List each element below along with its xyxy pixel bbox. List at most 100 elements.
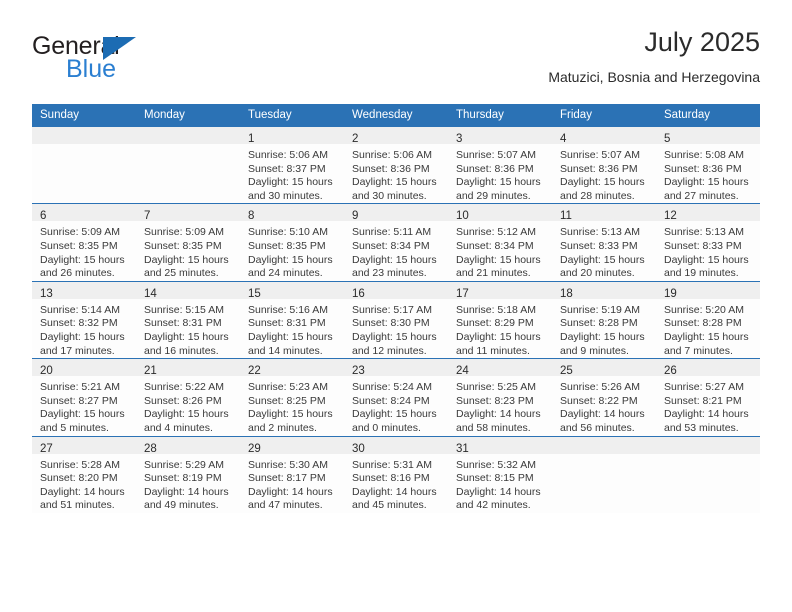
daylight-text-line1: Daylight: 14 hours <box>352 485 437 498</box>
day-number-band: 19 <box>656 281 760 300</box>
sunset-text: Sunset: 8:34 PM <box>352 239 430 252</box>
sunrise-text: Sunrise: 5:29 AM <box>144 458 224 471</box>
calendar-day-cell[interactable]: 28 Sunrise: 5:29 AM Sunset: 8:19 PM Dayligh… <box>136 435 240 513</box>
calendar-day-cell[interactable]: 8 Sunrise: 5:10 AM Sunset: 8:35 PM Daylight… <box>240 203 344 282</box>
calendar-day-cell[interactable]: 26 Sunrise: 5:27 AM Sunset: 8:21 PM Dayligh… <box>656 358 760 436</box>
calendar-table: Sunday Monday Tuesday Wednesday Thursday… <box>32 104 760 513</box>
daylight-text-line2: and 5 minutes. <box>40 421 109 434</box>
day-number-band: 22 <box>240 359 344 377</box>
sunset-text: Sunset: 8:33 PM <box>560 239 638 252</box>
daylight-text-line1: Daylight: 15 hours <box>664 176 749 189</box>
calendar-day-cell[interactable]: 25 Sunrise: 5:26 AM Sunset: 8:22 PM Dayligh… <box>552 358 656 436</box>
day-number: 27 <box>40 442 53 455</box>
daylight-text-line2: and 9 minutes. <box>560 344 629 357</box>
calendar-day-cell[interactable]: 20 Sunrise: 5:21 AM Sunset: 8:27 PM Dayligh… <box>32 358 136 436</box>
day-cell-body: Sunrise: 5:13 AM Sunset: 8:33 PM Daylight:… <box>552 221 656 280</box>
daylight-text-line1: Daylight: 15 hours <box>40 330 125 343</box>
calendar-day-cell[interactable]: 27 Sunrise: 5:28 AM Sunset: 8:20 PM Dayligh… <box>32 435 136 513</box>
day-number-band: 3 <box>448 127 552 145</box>
day-cell-body: Sunrise: 5:27 AM Sunset: 8:21 PM Daylight:… <box>656 376 760 435</box>
day-cell-body: Sunrise: 5:26 AM Sunset: 8:22 PM Daylight:… <box>552 376 656 435</box>
day-number-band: 16 <box>344 281 448 300</box>
calendar-day-cell[interactable]: 5 Sunrise: 5:08 AM Sunset: 8:36 PM Daylight… <box>656 127 760 204</box>
calendar-day-cell[interactable]: 15 Sunrise: 5:16 AM Sunset: 8:31 PM Dayligh… <box>240 280 344 359</box>
calendar-day-cell[interactable]: 30 Sunrise: 5:31 AM Sunset: 8:16 PM Dayligh… <box>344 435 448 513</box>
day-number: 20 <box>40 365 53 378</box>
day-number: 25 <box>560 365 573 378</box>
sunset-text: Sunset: 8:16 PM <box>352 472 430 485</box>
day-number-band: 25 <box>552 359 656 378</box>
daylight-text-line2: and 51 minutes. <box>40 499 115 512</box>
daylight-text-line1: Daylight: 15 hours <box>560 176 645 189</box>
day-number-band: 4 <box>552 127 656 145</box>
calendar-day-cell[interactable]: 22 Sunrise: 5:23 AM Sunset: 8:25 PM Dayligh… <box>240 358 344 436</box>
calendar-day-cell[interactable]: 23 Sunrise: 5:24 AM Sunset: 8:24 PM Dayligh… <box>344 358 448 436</box>
calendar-day-cell[interactable]: 7 Sunrise: 5:09 AM Sunset: 8:35 PM Daylight… <box>136 203 240 282</box>
calendar-day-cell[interactable]: 19 Sunrise: 5:20 AM Sunset: 8:28 PM Dayligh… <box>656 280 760 359</box>
calendar-day-cell[interactable]: 24 Sunrise: 5:25 AM Sunset: 8:23 PM Dayligh… <box>448 358 552 436</box>
daylight-text-line2: and 11 minutes. <box>456 344 530 357</box>
daylight-text-line2: and 26 minutes. <box>40 267 115 280</box>
sunrise-text: Sunrise: 5:07 AM <box>560 149 640 161</box>
sunset-text: Sunset: 8:32 PM <box>40 317 118 330</box>
day-number: 8 <box>248 210 255 223</box>
calendar-day-cell[interactable]: 3 Sunrise: 5:07 AM Sunset: 8:36 PM Daylight… <box>448 127 552 204</box>
weekday-header-sunday: Sunday <box>32 104 136 127</box>
sunrise-text: Sunrise: 5:18 AM <box>456 303 536 316</box>
daylight-text-line2: and 24 minutes. <box>248 267 323 280</box>
sunrise-text: Sunrise: 5:08 AM <box>664 149 744 161</box>
calendar-day-cell[interactable]: 10 Sunrise: 5:12 AM Sunset: 8:34 PM Dayligh… <box>448 203 552 282</box>
calendar-day-cell[interactable]: 21 Sunrise: 5:22 AM Sunset: 8:26 PM Dayligh… <box>136 358 240 436</box>
weekday-header-friday: Friday <box>552 104 656 127</box>
calendar-day-cell[interactable]: 17 Sunrise: 5:18 AM Sunset: 8:29 PM Dayligh… <box>448 280 552 359</box>
sunset-text: Sunset: 8:15 PM <box>456 472 534 485</box>
day-number: 23 <box>352 365 365 378</box>
calendar-day-cell[interactable]: 1 Sunrise: 5:06 AM Sunset: 8:37 PM Daylight… <box>240 127 344 204</box>
calendar-day-cell[interactable]: 13 Sunrise: 5:14 AM Sunset: 8:32 PM Dayligh… <box>32 280 136 359</box>
sunset-text: Sunset: 8:20 PM <box>40 472 118 485</box>
daylight-text-line2: and 27 minutes. <box>664 189 739 202</box>
day-number-band: 11 <box>552 204 656 222</box>
day-cell-body: Sunrise: 5:11 AM Sunset: 8:34 PM Daylight:… <box>344 221 448 280</box>
calendar-day-cell[interactable]: 14 Sunrise: 5:15 AM Sunset: 8:31 PM Dayligh… <box>136 280 240 359</box>
weekday-header-saturday: Saturday <box>656 104 760 127</box>
calendar-week-row: 27 Sunrise: 5:28 AM Sunset: 8:20 PM Dayligh… <box>32 435 760 513</box>
daylight-text-line1: Daylight: 14 hours <box>664 408 749 421</box>
calendar-week-row: 6 Sunrise: 5:09 AM Sunset: 8:35 PM Daylight… <box>32 203 760 282</box>
page-subtitle: Matuzici, Bosnia and Herzegovina <box>548 68 760 85</box>
calendar-day-cell[interactable]: 18 Sunrise: 5:19 AM Sunset: 8:28 PM Dayligh… <box>552 280 656 359</box>
calendar-day-cell-empty <box>136 127 240 204</box>
sunset-text: Sunset: 8:28 PM <box>560 317 638 330</box>
sunrise-text: Sunrise: 5:32 AM <box>456 458 536 471</box>
sunset-text: Sunset: 8:35 PM <box>248 239 326 252</box>
calendar-day-cell[interactable]: 29 Sunrise: 5:30 AM Sunset: 8:17 PM Dayligh… <box>240 435 344 513</box>
calendar-day-cell[interactable]: 4 Sunrise: 5:07 AM Sunset: 8:36 PM Daylight… <box>552 127 656 204</box>
calendar-day-cell[interactable]: 11 Sunrise: 5:13 AM Sunset: 8:33 PM Dayligh… <box>552 203 656 282</box>
daylight-text-line2: and 23 minutes. <box>352 267 427 280</box>
daylight-text-line1: Daylight: 14 hours <box>560 408 645 421</box>
calendar-day-cell[interactable]: 16 Sunrise: 5:17 AM Sunset: 8:30 PM Dayligh… <box>344 280 448 359</box>
day-cell-body: Sunrise: 5:20 AM Sunset: 8:28 PM Daylight:… <box>656 299 760 358</box>
calendar-day-cell[interactable]: 2 Sunrise: 5:06 AM Sunset: 8:36 PM Daylight… <box>344 127 448 204</box>
calendar-day-cell[interactable]: 31 Sunrise: 5:32 AM Sunset: 8:15 PM Dayligh… <box>448 435 552 513</box>
daylight-text-line1: Daylight: 15 hours <box>352 330 437 343</box>
daylight-text-line2: and 58 minutes. <box>456 421 531 434</box>
sunset-text: Sunset: 8:35 PM <box>144 239 222 252</box>
sunrise-text: Sunrise: 5:28 AM <box>40 458 120 471</box>
calendar-day-cell[interactable]: 9 Sunrise: 5:11 AM Sunset: 8:34 PM Daylight… <box>344 203 448 282</box>
sunrise-text: Sunrise: 5:25 AM <box>456 381 536 394</box>
sunset-text: Sunset: 8:19 PM <box>144 472 222 485</box>
day-number: 31 <box>456 442 469 455</box>
sunset-text: Sunset: 8:22 PM <box>560 394 638 407</box>
calendar-day-cell[interactable]: 6 Sunrise: 5:09 AM Sunset: 8:35 PM Daylight… <box>32 203 136 282</box>
day-cell-body: Sunrise: 5:16 AM Sunset: 8:31 PM Daylight:… <box>240 299 344 358</box>
calendar-day-cell[interactable]: 12 Sunrise: 5:13 AM Sunset: 8:33 PM Dayligh… <box>656 203 760 282</box>
daylight-text-line2: and 30 minutes. <box>352 189 427 202</box>
sunset-text: Sunset: 8:28 PM <box>664 317 742 330</box>
sunrise-text: Sunrise: 5:15 AM <box>144 303 224 316</box>
day-cell-body <box>656 454 760 459</box>
day-number: 15 <box>248 287 261 300</box>
page-title: July 2025 <box>644 27 760 57</box>
daylight-text-line1: Daylight: 15 hours <box>144 408 229 421</box>
day-number-band: 1 <box>240 127 344 145</box>
